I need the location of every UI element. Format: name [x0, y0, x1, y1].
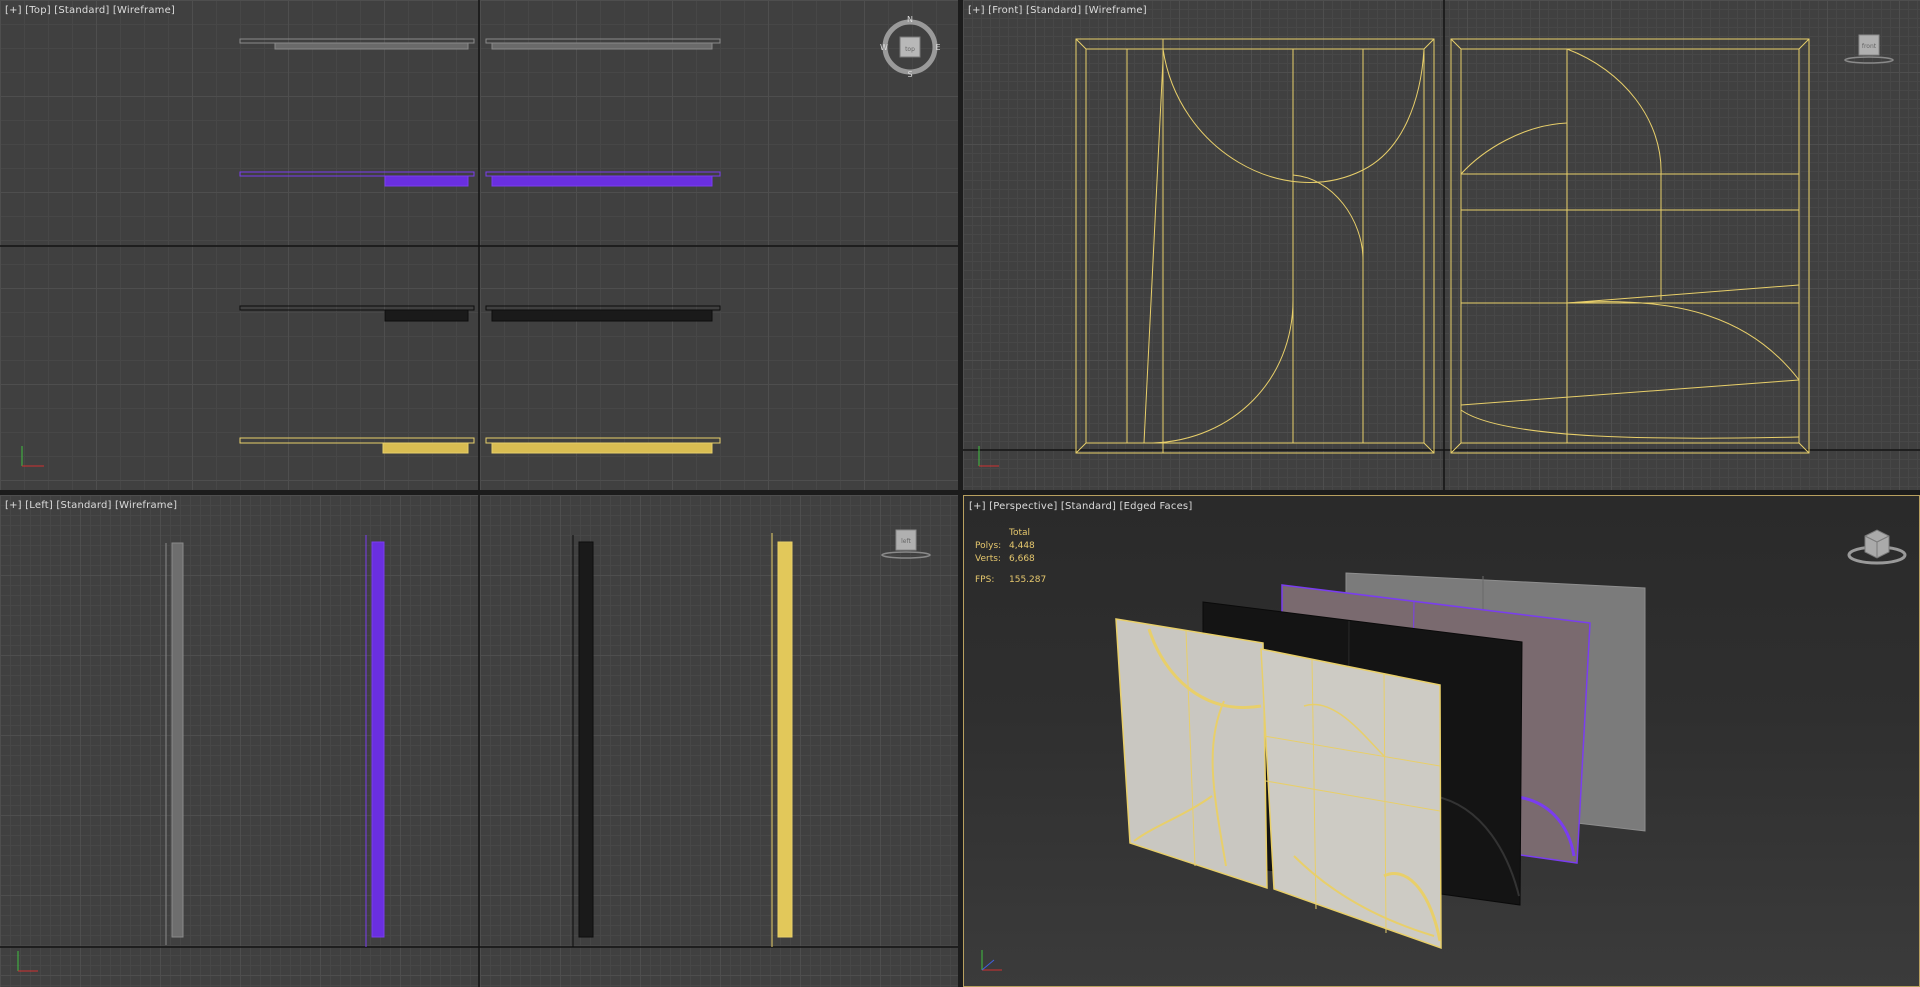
panel-left-wireframe [1075, 38, 1435, 454]
panel-right-wireframe [1450, 38, 1810, 454]
stats-polys: Polys: 4,448 [975, 540, 1046, 553]
stats-polys-label: Polys: [975, 541, 1002, 551]
object-grey-left [165, 542, 184, 945]
viewcube[interactable]: front [1843, 32, 1895, 68]
viewcube-face-label: left [901, 538, 911, 545]
stats-verts-label: Verts: [975, 554, 1001, 564]
viewport-top[interactable]: [+] [Top] [Standard] [Wireframe] top N S… [0, 0, 958, 490]
front-view-canvas [963, 0, 1920, 490]
stats-fps-label: FPS: [975, 575, 995, 585]
compass-south: S [907, 70, 912, 78]
compass-north: N [907, 16, 913, 24]
viewcube-face-label: top [905, 46, 915, 53]
viewport-label-perspective[interactable]: [+] [Perspective] [Standard] [Edged Face… [969, 501, 1192, 512]
viewcube-face-label: front [1862, 43, 1877, 50]
viewport-label-left[interactable]: [+] [Left] [Standard] [Wireframe] [5, 500, 177, 511]
object-black-left [572, 535, 594, 947]
top-view-canvas [0, 0, 958, 490]
object-purple-top [239, 171, 721, 187]
object-yellow-top [239, 437, 721, 454]
viewcube-ring [1844, 56, 1894, 64]
left-view-canvas [0, 495, 958, 987]
stats-polys-value: 4,448 [1009, 541, 1035, 551]
compass-east: E [935, 43, 940, 52]
viewport-left[interactable]: [+] [Left] [Standard] [Wireframe] left [0, 495, 958, 987]
object-purple-left [365, 535, 385, 947]
stats-header: Total [1009, 528, 1031, 538]
object-yellow-left [771, 533, 793, 947]
viewport-label-top[interactable]: [+] [Top] [Standard] [Wireframe] [5, 5, 175, 16]
viewport-label-front[interactable]: [+] [Front] [Standard] [Wireframe] [968, 5, 1147, 16]
perspective-view-canvas [981, 572, 1646, 971]
viewcube-ring [881, 551, 931, 559]
viewport-perspective[interactable]: [+] [Perspective] [Standard] [Edged Face… [963, 495, 1920, 987]
compass-west: W [880, 43, 888, 52]
panel-yellow-right-3d [1260, 648, 1442, 950]
compass-viewcube[interactable]: top N S E W [880, 15, 940, 79]
stats-fps-value: 155.287 [1009, 575, 1047, 585]
panel-yellow-left-3d [1115, 618, 1268, 890]
stats-fps: FPS: 155.287 [975, 574, 1046, 587]
stats-verts-value: 6,668 [1009, 554, 1035, 564]
axis-tripod-icon [17, 951, 38, 972]
stats-verts: Verts: 6,668 [975, 553, 1046, 566]
object-black-top [239, 305, 721, 322]
viewcube[interactable]: left [880, 527, 932, 563]
statistics-overlay: Total Polys: 4,448 Verts: 6,668 FPS: 155… [975, 527, 1046, 587]
axis-tripod-icon [21, 446, 44, 467]
viewport-front[interactable]: [+] [Front] [Standard] [Wireframe] front [963, 0, 1920, 490]
viewcube-home[interactable] [1846, 524, 1908, 568]
axis-tripod-icon [981, 950, 1002, 971]
object-grey-top [239, 38, 721, 50]
axis-tripod-icon [978, 446, 999, 467]
